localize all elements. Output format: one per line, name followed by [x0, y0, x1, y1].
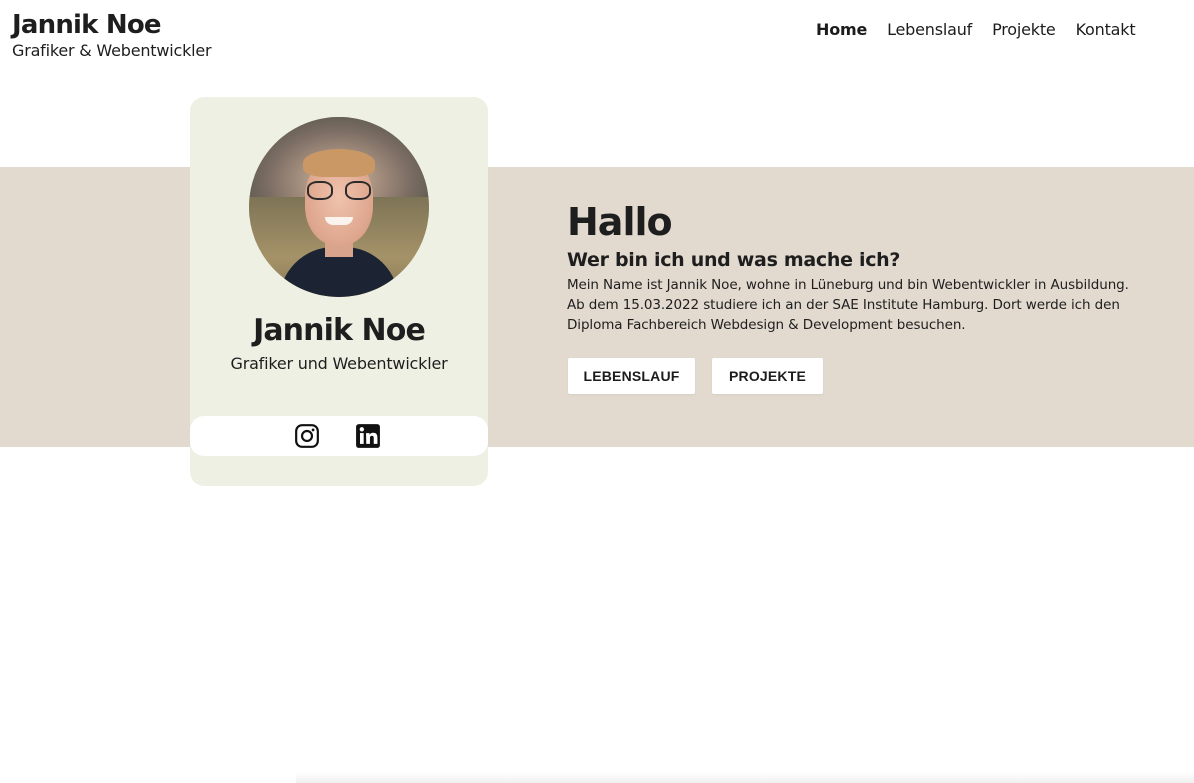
nav-lebenslauf[interactable]: Lebenslauf [887, 20, 972, 40]
intro-subheading: Wer bin ich und was mache ich? [567, 249, 901, 271]
footer-edge [296, 772, 1194, 783]
intro-heading: Hallo [567, 200, 673, 244]
card-name: Jannik Noe [253, 313, 426, 348]
linkedin-icon[interactable] [355, 423, 381, 449]
nav-home[interactable]: Home [816, 20, 867, 40]
main-nav: Home Lebenslauf Projekte Kontakt [816, 20, 1155, 40]
lebenslauf-button[interactable]: LEBENSLAUF [568, 358, 695, 394]
profile-card: Jannik Noe Grafiker und Webentwickler [190, 97, 488, 486]
intro-line: Mein Name ist Jannik Noe, wohne in Lüneb… [567, 277, 1129, 293]
profile-photo [249, 117, 429, 297]
brand-name[interactable]: Jannik Noe [12, 9, 211, 41]
intro-line: Diploma Fachbereich Webdesign & Developm… [567, 317, 966, 333]
card-role: Grafiker und Webentwickler [230, 354, 448, 373]
brand-subtitle: Grafiker & Webentwickler [12, 41, 212, 60]
instagram-icon[interactable] [294, 423, 320, 449]
brand[interactable]: Jannik Noe Grafiker & Webentwickler [12, 9, 212, 61]
nav-kontakt[interactable]: Kontakt [1076, 20, 1136, 40]
social-links [190, 416, 488, 456]
nav-projekte[interactable]: Projekte [992, 20, 1056, 40]
intro-text: Mein Name ist Jannik Noe, wohne in Lüneb… [567, 275, 1167, 335]
projekte-button[interactable]: PROJEKTE [712, 358, 823, 394]
intro-line: Ab dem 15.03.2022 studiere ich an der SA… [567, 297, 1120, 313]
page: Jannik Noe Grafiker & Webentwickler Home… [0, 0, 1194, 783]
